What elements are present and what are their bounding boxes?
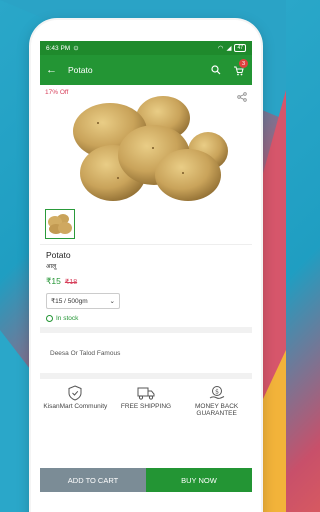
cart-count-badge: 3 [239,59,248,68]
feature-money-back: $ MONEY BACK GUARANTEE [185,385,249,429]
wifi-icon: ◠ [217,45,224,52]
original-price: ₹18 [64,279,78,286]
variant-value: ₹15 / 500gm [51,298,88,305]
money-back-icon: $ [209,386,224,399]
feature-label: FREE SHIPPING [120,403,172,410]
feature-label: KisanMart Community [43,403,108,410]
shield-check-icon [68,385,82,401]
search-icon[interactable] [208,62,224,78]
stock-label: In stock [56,315,79,322]
stock-status: In stock [46,315,246,322]
product-name-local: आलू [46,264,57,270]
svg-text:$: $ [215,388,219,395]
product-image-area: 17% Off [40,85,252,205]
feature-badges: KisanMart Community FREE SHIPPING $ MONE… [40,379,252,429]
variant-select[interactable]: ₹15 / 500gm ⌄ [46,293,120,309]
status-bar: 6:43 PM ⊙ ◠ ◢ 47 [40,41,252,55]
buy-now-button[interactable]: BUY NOW [146,468,252,492]
app-bar: ← Potato 3 [40,55,252,85]
feature-community: KisanMart Community [43,385,107,429]
screen: 6:43 PM ⊙ ◠ ◢ 47 ← Potato 3 17% Off Pota… [40,41,252,512]
selling-price: ₹15 [46,276,61,286]
cart-button[interactable]: 3 [230,59,248,78]
price-row: ₹15 ₹18 [46,276,246,287]
stock-indicator-icon [46,315,53,322]
phone-frame: 6:43 PM ⊙ ◠ ◢ 47 ← Potato 3 17% Off Pota… [31,20,261,512]
battery-icon: 47 [234,44,246,52]
add-to-cart-button[interactable]: ADD TO CART [40,468,146,492]
product-description: Deesa Or Talod Famous [40,333,252,379]
chevron-down-icon: ⌄ [109,298,115,305]
back-arrow-icon[interactable]: ← [46,64,62,76]
status-time: 6:43 PM [46,44,71,52]
signal-icon: ◢ [226,45,232,52]
thumbnail-strip [40,205,252,245]
description-text: Deesa Or Talod Famous [50,349,121,357]
feature-label: MONEY BACK GUARANTEE [195,403,239,417]
feature-free-shipping: FREE SHIPPING [114,385,178,429]
share-icon[interactable] [237,89,247,107]
page-title: Potato [68,65,93,75]
thumbnail-image[interactable] [45,209,75,239]
product-image[interactable] [58,93,228,205]
truck-icon [137,387,155,400]
product-info: Potato आलू ₹15 ₹18 ₹15 / 500gm ⌄ In stoc… [40,245,252,333]
product-name: Potato [46,250,71,260]
sync-icon: ⊙ [73,45,79,52]
action-bar: ADD TO CART BUY NOW [40,468,252,492]
